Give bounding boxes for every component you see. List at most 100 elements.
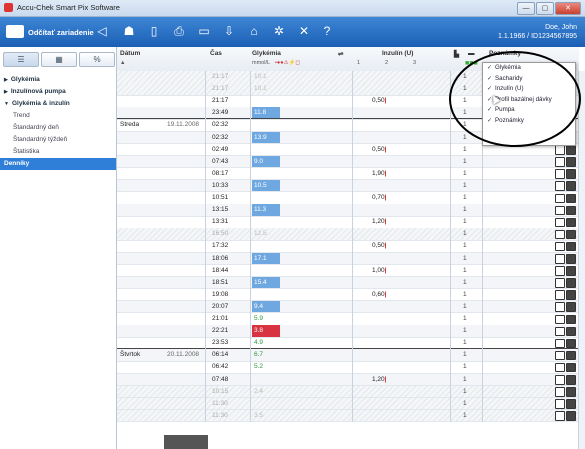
table-row[interactable]: 18:06 17.1 1 [117,252,579,265]
table-row[interactable]: 11:30 3.5 1 [117,409,579,423]
note-view-icon[interactable] [566,375,576,385]
export-icon[interactable]: ⇩ [222,24,236,38]
vertical-scrollbar[interactable] [578,71,585,449]
table-row[interactable]: 18:44 1,00| 1 [117,265,579,278]
note-view-icon[interactable] [566,217,576,228]
tab-percent-view[interactable]: % [79,52,115,67]
table-row[interactable]: 22:21 3.8 1 [117,325,579,338]
sidebar-item[interactable]: ▶ Inzulínová pumpa [0,86,116,98]
note-edit-icon[interactable] [555,387,565,397]
note-view-icon[interactable] [566,387,576,397]
note-edit-icon[interactable] [555,145,565,155]
note-view-icon[interactable] [566,350,576,361]
note-view-icon[interactable] [566,326,576,337]
sidebar-item[interactable]: Trend [0,110,116,122]
table-row[interactable]: 07:43 9.0 1 [117,155,579,169]
note-edit-icon[interactable] [555,326,565,337]
print-icon[interactable]: ⎙ [172,24,186,38]
note-edit-icon[interactable] [555,362,565,373]
note-edit-icon[interactable] [555,241,565,252]
note-view-icon[interactable] [566,145,576,155]
note-view-icon[interactable] [566,362,576,373]
note-view-icon[interactable] [566,229,576,240]
note-view-icon[interactable] [566,169,576,179]
settings-gear-icon[interactable]: ✲ [272,24,286,38]
table-row[interactable]: 20:07 9.4 1 [117,300,579,314]
note-view-icon[interactable] [566,241,576,252]
note-view-icon[interactable] [566,205,576,216]
tools-icon[interactable]: ✕ [297,24,311,38]
read-device-icon[interactable] [6,25,24,38]
note-edit-icon[interactable] [555,266,565,276]
tab-grid-view[interactable]: ▦ [41,52,77,67]
note-edit-icon[interactable] [555,278,565,288]
note-edit-icon[interactable] [555,217,565,228]
note-edit-icon[interactable] [555,375,565,385]
note-view-icon[interactable] [566,314,576,324]
table-row[interactable]: 13:31 1,20| 1 [117,216,579,229]
sidebar-item[interactable]: ▼ Glykémia & inzulín [0,98,116,110]
note-edit-icon[interactable] [555,290,565,300]
note-view-icon[interactable] [566,290,576,300]
sidebar-item[interactable]: Štandardný týždeň [0,134,116,146]
note-edit-icon[interactable] [555,193,565,203]
read-device-button[interactable]: Odčítať zariadenie [28,28,94,37]
back-arrow-icon[interactable]: ◁ [95,24,109,38]
note-edit-icon[interactable] [555,229,565,240]
save-icon[interactable]: ▭ [197,24,211,38]
sidebar-item[interactable]: Denníky [0,158,116,170]
date-column-header[interactable]: Dátum [120,50,140,57]
note-view-icon[interactable] [566,181,576,191]
note-view-icon[interactable] [566,193,576,203]
note-edit-icon[interactable] [555,314,565,324]
home-icon[interactable]: ⌂ [247,24,261,38]
table-row[interactable]: 11:30 1 [117,397,579,411]
help-icon[interactable]: ? [320,24,334,38]
table-row[interactable]: 16:50 12.5 1 [117,228,579,241]
chevron-right-icon[interactable]: ▶ [4,89,8,95]
table-row[interactable]: Štvrtok 20.11.2008 06:14 6.7 1 [117,348,579,362]
table-row[interactable]: 06:42 5.2 1 [117,361,579,374]
note-edit-icon[interactable] [555,254,565,264]
table-row[interactable]: 07:48 1,20| 1 [117,373,579,386]
minimize-button[interactable]: — [517,2,535,15]
time-column-header[interactable]: Čas [210,50,222,57]
table-row[interactable]: 19:08 0,60| 1 [117,289,579,302]
note-edit-icon[interactable] [555,338,565,349]
insulin-column-header[interactable]: Inzulín (U) [382,50,413,57]
document-icon[interactable]: ▯ [147,24,161,38]
note-edit-icon[interactable] [555,205,565,216]
note-edit-icon[interactable] [555,169,565,179]
note-edit-icon[interactable] [555,302,565,312]
sidebar-item[interactable]: Štatistika [0,146,116,158]
note-edit-icon[interactable] [555,350,565,361]
table-row[interactable]: 21:01 5.9 1 [117,313,579,326]
note-view-icon[interactable] [566,338,576,349]
table-row[interactable]: 13:15 11.3 1 [117,204,579,217]
table-row[interactable]: 18:51 15.4 1 [117,276,579,290]
table-row[interactable]: 10:33 10.5 1 [117,179,579,193]
note-edit-icon[interactable] [555,181,565,191]
chevron-right-icon[interactable]: ▶ [4,77,8,83]
tab-list-view[interactable]: ☰ [3,52,39,67]
maximize-button[interactable]: ▢ [536,2,554,15]
note-edit-icon[interactable] [555,411,565,421]
sidebar-item[interactable]: ▶ Glykémia [0,74,116,86]
note-edit-icon[interactable] [555,157,565,167]
note-view-icon[interactable] [566,254,576,264]
note-view-icon[interactable] [566,157,576,167]
note-edit-icon[interactable] [555,399,565,409]
note-view-icon[interactable] [566,411,576,421]
note-view-icon[interactable] [566,302,576,312]
glucose-column-header[interactable]: Glykémia [252,50,281,57]
close-button[interactable]: ✕ [555,2,581,15]
sidebar-item[interactable]: Štandardný deň [0,122,116,134]
chevron-down-icon[interactable]: ▼ [4,101,9,107]
table-row[interactable]: 17:32 0,50| 1 [117,240,579,253]
note-view-icon[interactable] [566,278,576,288]
table-row[interactable]: 10:51 0,70| 1 [117,192,579,205]
table-row[interactable]: 10:15 2.4 1 [117,385,579,399]
table-row[interactable]: 08:17 1,90| 1 [117,168,579,181]
people-icon[interactable]: ☗ [122,24,136,38]
note-view-icon[interactable] [566,266,576,276]
